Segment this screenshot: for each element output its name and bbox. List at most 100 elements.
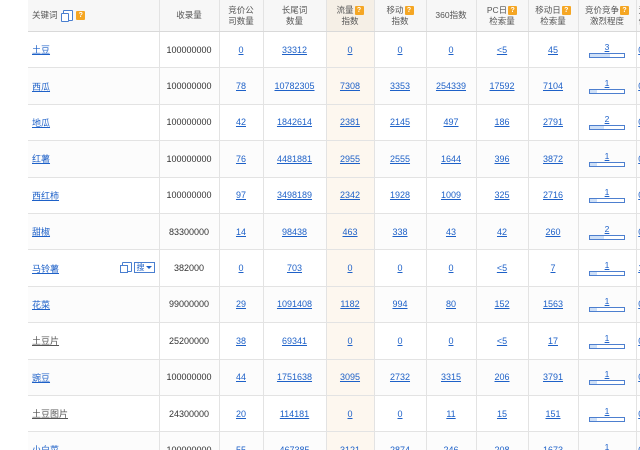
competition-meter[interactable]: 1 — [589, 151, 625, 167]
traffic-index-link[interactable]: 463 — [342, 227, 357, 237]
help-icon[interactable]: ? — [508, 5, 518, 15]
longtail-link[interactable]: 98438 — [282, 227, 307, 237]
mobile-index-link[interactable]: 2732 — [390, 372, 410, 382]
competition-meter[interactable]: 1 — [589, 261, 625, 277]
360-index-link[interactable]: 1009 — [441, 190, 461, 200]
header-bid-companies[interactable]: 竞价公 司数量 — [219, 0, 264, 32]
mobile-index-link[interactable]: 338 — [392, 227, 407, 237]
keyword-link[interactable]: 土豆 — [32, 45, 50, 55]
pc-daily-link[interactable]: 17592 — [489, 81, 514, 91]
bid-companies-link[interactable]: 76 — [236, 154, 246, 164]
header-indexed[interactable]: 收录量 — [159, 0, 220, 32]
header-mobile-index[interactable]: 移动? 指数 — [374, 0, 427, 32]
competition-level-number[interactable]: 1 — [589, 151, 625, 161]
360-index-link[interactable]: 246 — [443, 445, 458, 450]
competition-meter[interactable]: 1 — [589, 188, 625, 204]
help-icon[interactable]: ? — [354, 5, 364, 15]
longtail-link[interactable]: 69341 — [282, 336, 307, 346]
mobile-daily-link[interactable]: 2716 — [543, 190, 563, 200]
longtail-link[interactable]: 703 — [287, 263, 302, 273]
longtail-link[interactable]: 33312 — [282, 45, 307, 55]
bid-companies-link[interactable]: 42 — [236, 117, 246, 127]
mobile-index-link[interactable]: 0 — [397, 409, 402, 419]
competition-meter[interactable]: 1 — [589, 442, 625, 450]
competition-meter[interactable]: 1 — [589, 79, 625, 95]
mobile-index-link[interactable]: 2145 — [390, 117, 410, 127]
keyword-link[interactable]: 小白菜 — [32, 445, 59, 450]
traffic-index-link[interactable]: 2955 — [340, 154, 360, 164]
pc-daily-link[interactable]: <5 — [497, 336, 507, 346]
longtail-link[interactable]: 1091408 — [277, 299, 312, 309]
bid-companies-link[interactable]: 14 — [236, 227, 246, 237]
bid-companies-link[interactable]: 38 — [236, 336, 246, 346]
bid-companies-link[interactable]: 29 — [236, 299, 246, 309]
copy-icon[interactable] — [60, 10, 73, 23]
keyword-link[interactable]: 西瓜 — [32, 82, 50, 92]
header-bid-price[interactable]: 竞价价格 — [636, 0, 640, 32]
bid-companies-link[interactable]: 20 — [236, 409, 246, 419]
longtail-link[interactable]: 3498189 — [277, 190, 312, 200]
traffic-index-link[interactable]: 3095 — [340, 372, 360, 382]
360-index-link[interactable]: 11 — [446, 409, 455, 419]
bid-companies-link[interactable]: 55 — [236, 445, 246, 450]
mobile-daily-link[interactable]: 1563 — [543, 299, 563, 309]
header-360-index[interactable]: 360指数 — [426, 0, 477, 32]
traffic-index-link[interactable]: 0 — [347, 263, 352, 273]
competition-level-number[interactable]: 1 — [589, 333, 625, 343]
keyword-link[interactable]: 甜椒 — [32, 227, 50, 237]
360-index-link[interactable]: 80 — [446, 299, 456, 309]
pc-daily-link[interactable]: 206 — [494, 372, 509, 382]
copy-icon[interactable] — [119, 262, 132, 274]
keyword-link[interactable]: 地瓜 — [32, 118, 50, 128]
360-index-link[interactable]: 254339 — [436, 81, 466, 91]
pc-daily-link[interactable]: <5 — [497, 45, 507, 55]
competition-level-number[interactable]: 3 — [589, 42, 625, 52]
traffic-index-link[interactable]: 7308 — [340, 81, 360, 91]
mobile-daily-link[interactable]: 2791 — [543, 117, 563, 127]
pc-daily-link[interactable]: 325 — [494, 190, 509, 200]
mobile-daily-link[interactable]: 151 — [545, 409, 560, 419]
traffic-index-link[interactable]: 0 — [347, 45, 352, 55]
pc-daily-link[interactable]: 186 — [494, 117, 509, 127]
traffic-index-link[interactable]: 2381 — [340, 117, 360, 127]
mobile-index-link[interactable]: 0 — [397, 336, 402, 346]
help-icon[interactable]: ? — [404, 5, 414, 15]
competition-meter[interactable]: 1 — [589, 297, 625, 313]
bid-companies-link[interactable]: 97 — [236, 190, 246, 200]
competition-level-number[interactable]: 1 — [589, 370, 625, 379]
keyword-link[interactable]: 马铃薯 — [32, 264, 59, 274]
360-index-link[interactable]: 3315 — [441, 372, 461, 382]
longtail-link[interactable]: 1751638 — [277, 372, 312, 382]
longtail-link[interactable]: 467385 — [279, 445, 309, 450]
bid-companies-link[interactable]: 0 — [238, 45, 243, 55]
mobile-daily-link[interactable]: 7 — [550, 263, 555, 273]
360-index-link[interactable]: 0 — [448, 336, 453, 346]
360-index-link[interactable]: 0 — [448, 45, 453, 55]
mobile-index-link[interactable]: 1928 — [390, 190, 410, 200]
mobile-index-link[interactable]: 0 — [397, 45, 402, 55]
mobile-index-link[interactable]: 0 — [397, 263, 402, 273]
help-icon[interactable]: ? — [620, 5, 629, 15]
competition-meter[interactable]: 1 — [589, 406, 625, 422]
competition-meter[interactable]: 2 — [589, 115, 625, 131]
longtail-link[interactable]: 10782305 — [274, 81, 314, 91]
mobile-daily-link[interactable]: 1673 — [543, 445, 563, 450]
pc-daily-link[interactable]: 208 — [494, 445, 509, 450]
traffic-index-link[interactable]: 0 — [347, 409, 352, 419]
competition-meter[interactable]: 3 — [589, 42, 625, 58]
traffic-index-link[interactable]: 0 — [347, 336, 352, 346]
competition-level-number[interactable]: 1 — [589, 406, 625, 416]
bid-companies-link[interactable]: 44 — [236, 372, 246, 382]
pc-daily-link[interactable]: 15 — [497, 409, 507, 419]
mobile-index-link[interactable]: 994 — [392, 299, 407, 309]
competition-level-number[interactable]: 2 — [589, 224, 625, 234]
traffic-index-link[interactable]: 2342 — [340, 190, 360, 200]
pc-daily-link[interactable]: 42 — [497, 227, 507, 237]
header-competition[interactable]: 竞价竞争? 激烈程度 — [578, 0, 637, 32]
pc-daily-link[interactable]: 396 — [494, 154, 509, 164]
mobile-index-link[interactable]: 2555 — [390, 154, 410, 164]
header-traffic-index[interactable]: 流量? 指数 — [326, 0, 375, 32]
header-keyword[interactable]: 关键词 ? — [28, 0, 160, 32]
keyword-link[interactable]: 土豆片 — [32, 336, 59, 346]
360-index-link[interactable]: 0 — [448, 263, 453, 273]
